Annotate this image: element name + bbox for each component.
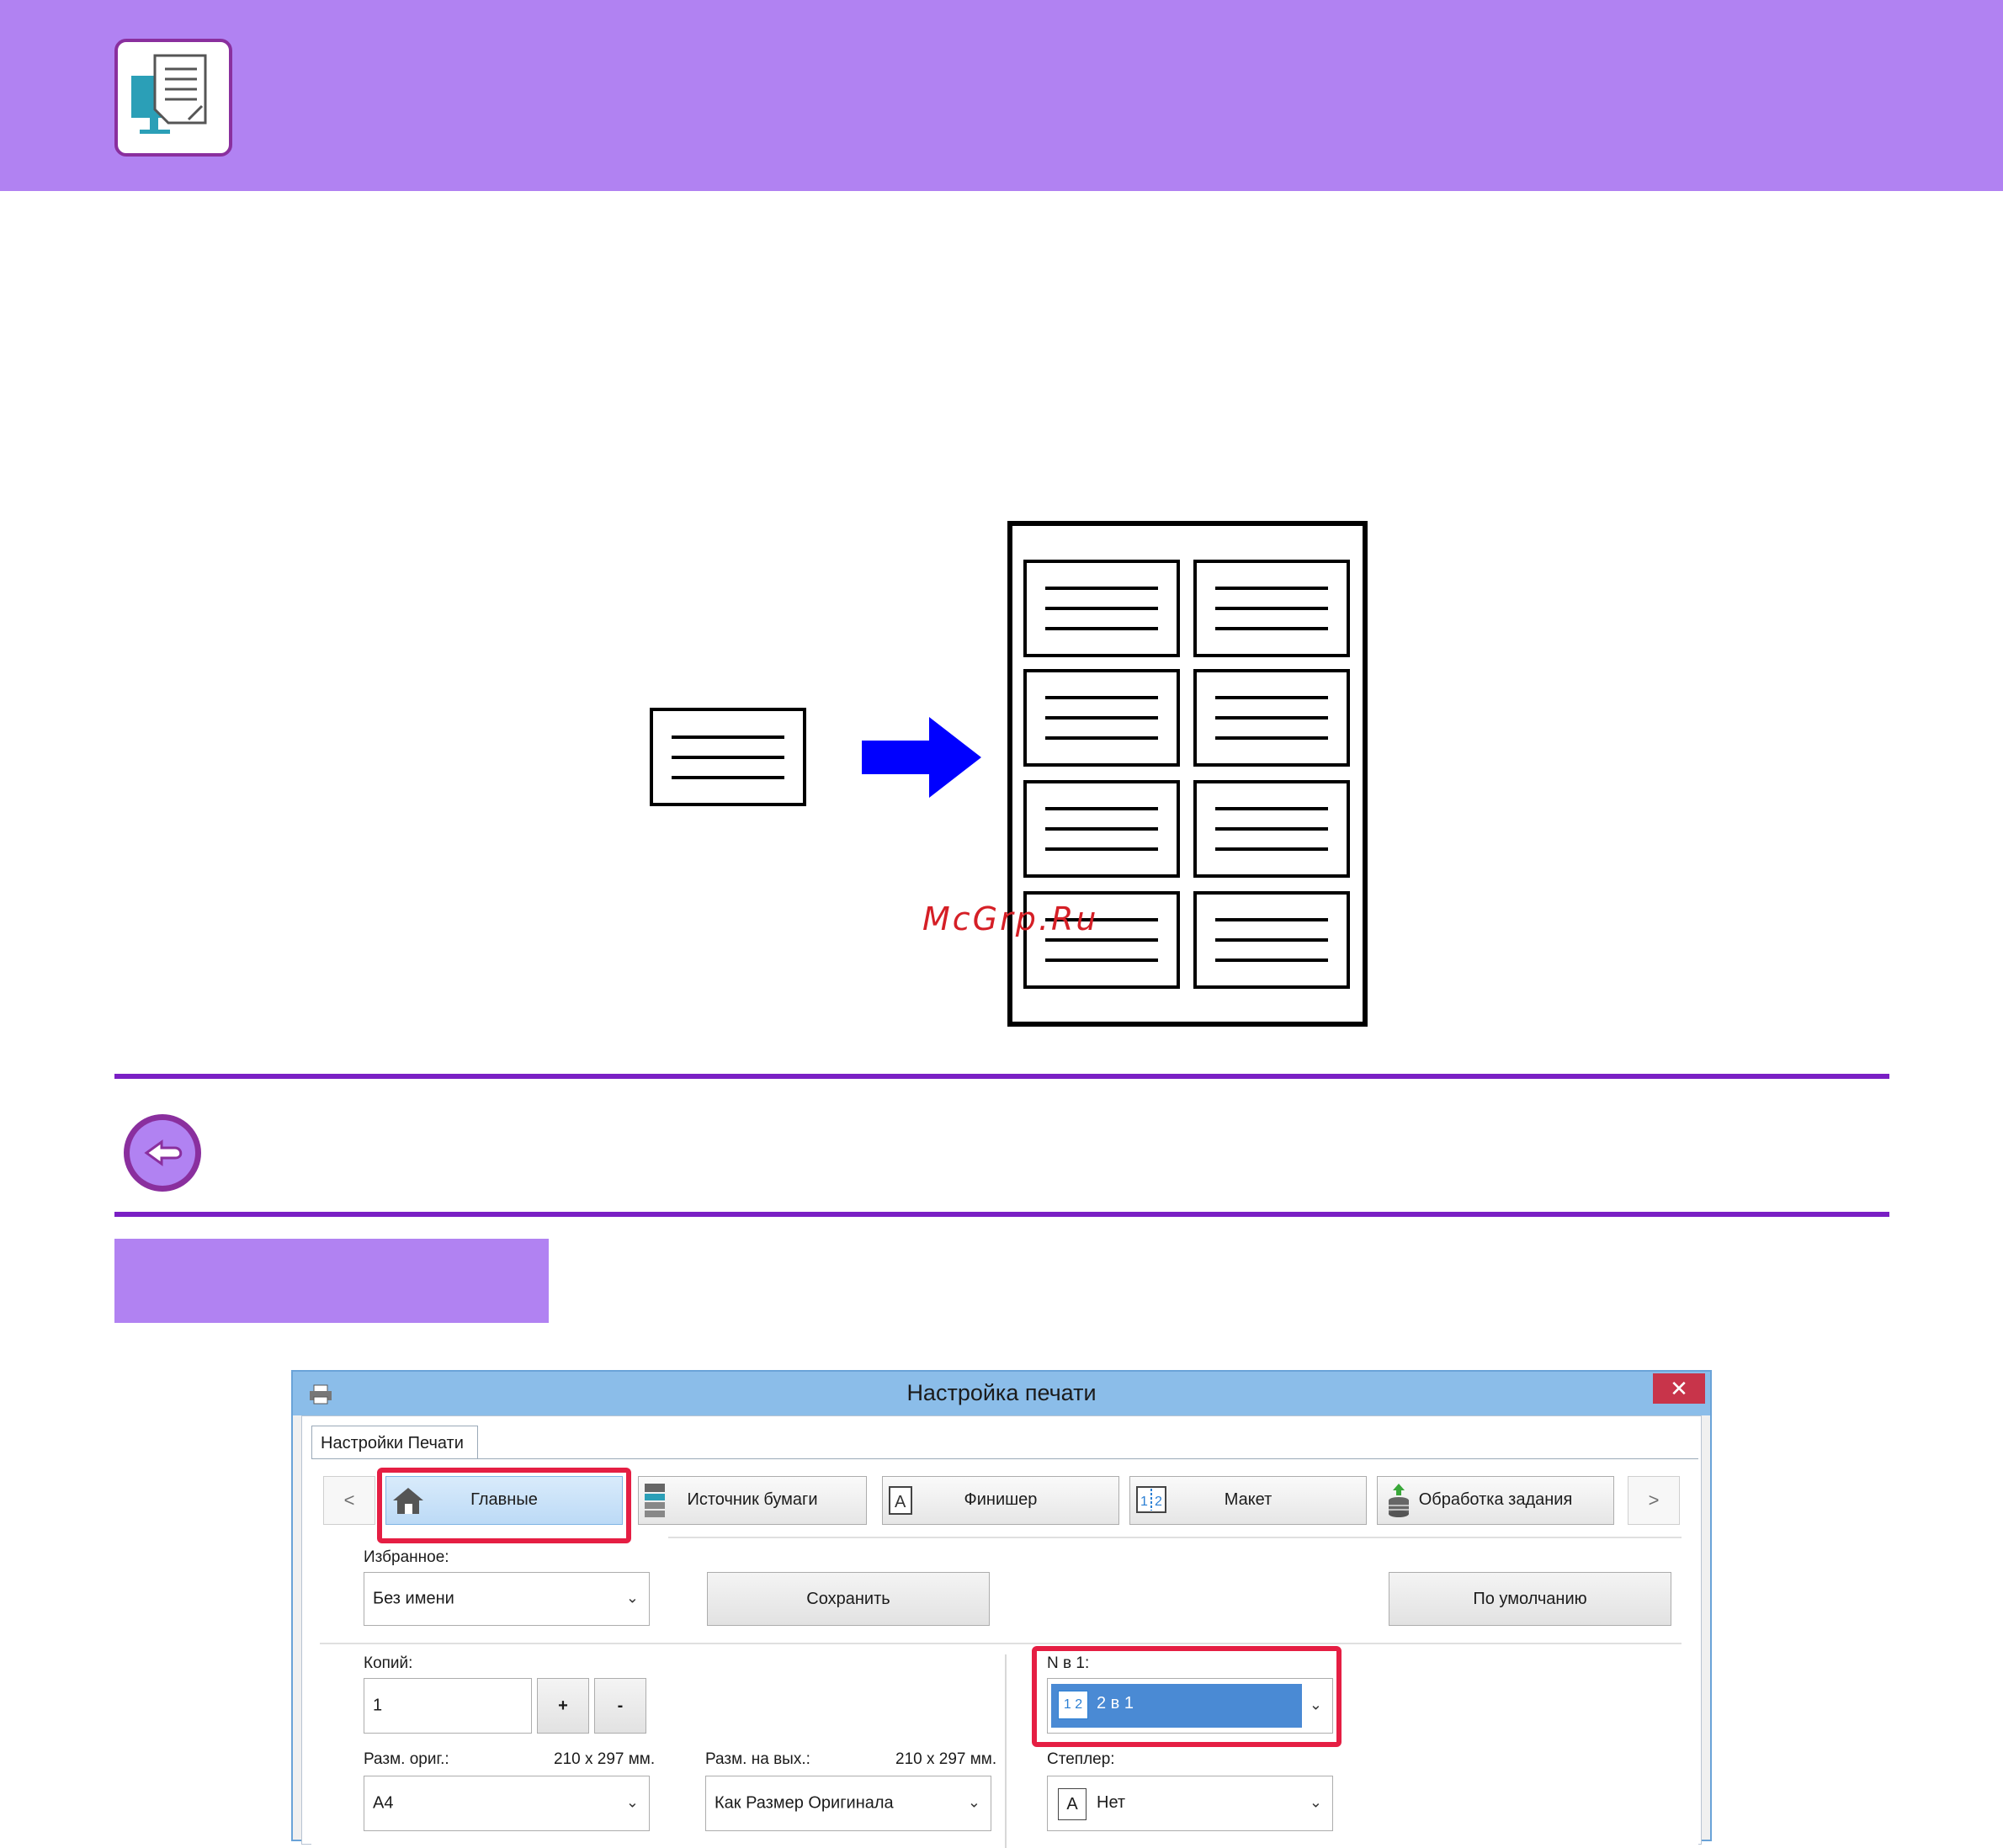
dialog-title: Настройка печати	[906, 1380, 1097, 1405]
save-button[interactable]: Сохранить	[707, 1572, 990, 1626]
section-band	[114, 1239, 549, 1323]
print-settings-dialog: Настройка печати ✕ Настройки Печати < Гл…	[291, 1370, 1712, 1848]
favorites-label: Избранное:	[364, 1548, 449, 1566]
close-button[interactable]: ✕	[1653, 1373, 1705, 1404]
mini-page-icon	[1193, 891, 1350, 989]
finisher-icon: A	[1058, 1788, 1087, 1820]
nav-job-handling-label: Обработка задания	[1418, 1490, 1573, 1509]
n-up-illustration	[650, 521, 1368, 1027]
copies-input[interactable]: 1	[364, 1678, 532, 1734]
mini-page-icon	[1023, 780, 1180, 878]
favorites-select[interactable]: Без имени ⌄	[364, 1572, 650, 1626]
output-size-label: Разм. на вых.:	[705, 1750, 810, 1768]
back-arrow-icon[interactable]	[121, 1112, 204, 1194]
divider	[1005, 1654, 1007, 1848]
output-size-value: Как Размер Оригинала	[715, 1793, 894, 1813]
nav-paper-source-button[interactable]: Источник бумаги	[638, 1476, 867, 1525]
highlight-n-up	[1032, 1646, 1342, 1747]
nav-prev-button[interactable]: <	[323, 1476, 375, 1525]
stapler-select[interactable]: A Нет ⌄	[1047, 1776, 1333, 1831]
original-size-label: Разм. ориг.:	[364, 1750, 449, 1768]
mini-page-icon	[1023, 669, 1180, 767]
nav-paper-source-label: Источник бумаги	[687, 1490, 818, 1509]
mini-page-icon	[1193, 669, 1350, 767]
original-size-dims: 210 x 297 мм.	[554, 1750, 656, 1768]
output-size-dims: 210 x 297 мм.	[895, 1750, 997, 1768]
original-size-value: A4	[373, 1793, 394, 1813]
header-band	[0, 0, 2003, 191]
copies-value: 1	[373, 1696, 383, 1715]
default-button[interactable]: По умолчанию	[1389, 1572, 1671, 1626]
chevron-down-icon: ⌄	[625, 1793, 639, 1811]
nav-finisher-button[interactable]: A Финишер	[882, 1476, 1119, 1525]
nav-finisher-label: Финишер	[964, 1490, 1038, 1509]
divider	[114, 1212, 1889, 1217]
mini-page-icon	[1193, 780, 1350, 878]
right-arrow-icon	[862, 717, 981, 798]
favorites-value: Без имени	[373, 1589, 454, 1608]
eight-up-sheet-icon	[1007, 521, 1368, 1027]
nav-layout-label: Макет	[1224, 1490, 1272, 1509]
output-size-select[interactable]: Как Размер Оригинала ⌄	[705, 1776, 991, 1831]
tab-print-settings[interactable]: Настройки Печати	[311, 1426, 478, 1459]
copies-minus-button[interactable]: -	[594, 1678, 646, 1734]
copies-label: Копий:	[364, 1654, 413, 1672]
nav-job-handling-button[interactable]: Обработка задания	[1377, 1476, 1614, 1525]
print-from-computer-icon	[114, 39, 232, 157]
original-size-select[interactable]: A4 ⌄	[364, 1776, 650, 1831]
mini-page-icon	[1193, 560, 1350, 657]
watermark: McGrp.Ru	[922, 900, 1099, 937]
stapler-label: Степлер:	[1047, 1750, 1115, 1768]
nav-layout-button[interactable]: 1 2 Макет	[1129, 1476, 1367, 1525]
divider	[114, 1074, 1889, 1079]
divider	[668, 1537, 1682, 1538]
stapler-value: Нет	[1097, 1793, 1126, 1812]
chevron-down-icon: ⌄	[967, 1793, 980, 1811]
divider	[320, 1643, 1682, 1644]
chevron-down-icon: ⌄	[1309, 1793, 1322, 1811]
highlight-main-tab	[377, 1468, 631, 1543]
single-page-icon	[650, 708, 806, 806]
copies-plus-button[interactable]: +	[537, 1678, 589, 1734]
chevron-down-icon: ⌄	[625, 1589, 639, 1606]
mini-page-icon	[1023, 560, 1180, 657]
nav-next-button[interactable]: >	[1628, 1476, 1680, 1525]
